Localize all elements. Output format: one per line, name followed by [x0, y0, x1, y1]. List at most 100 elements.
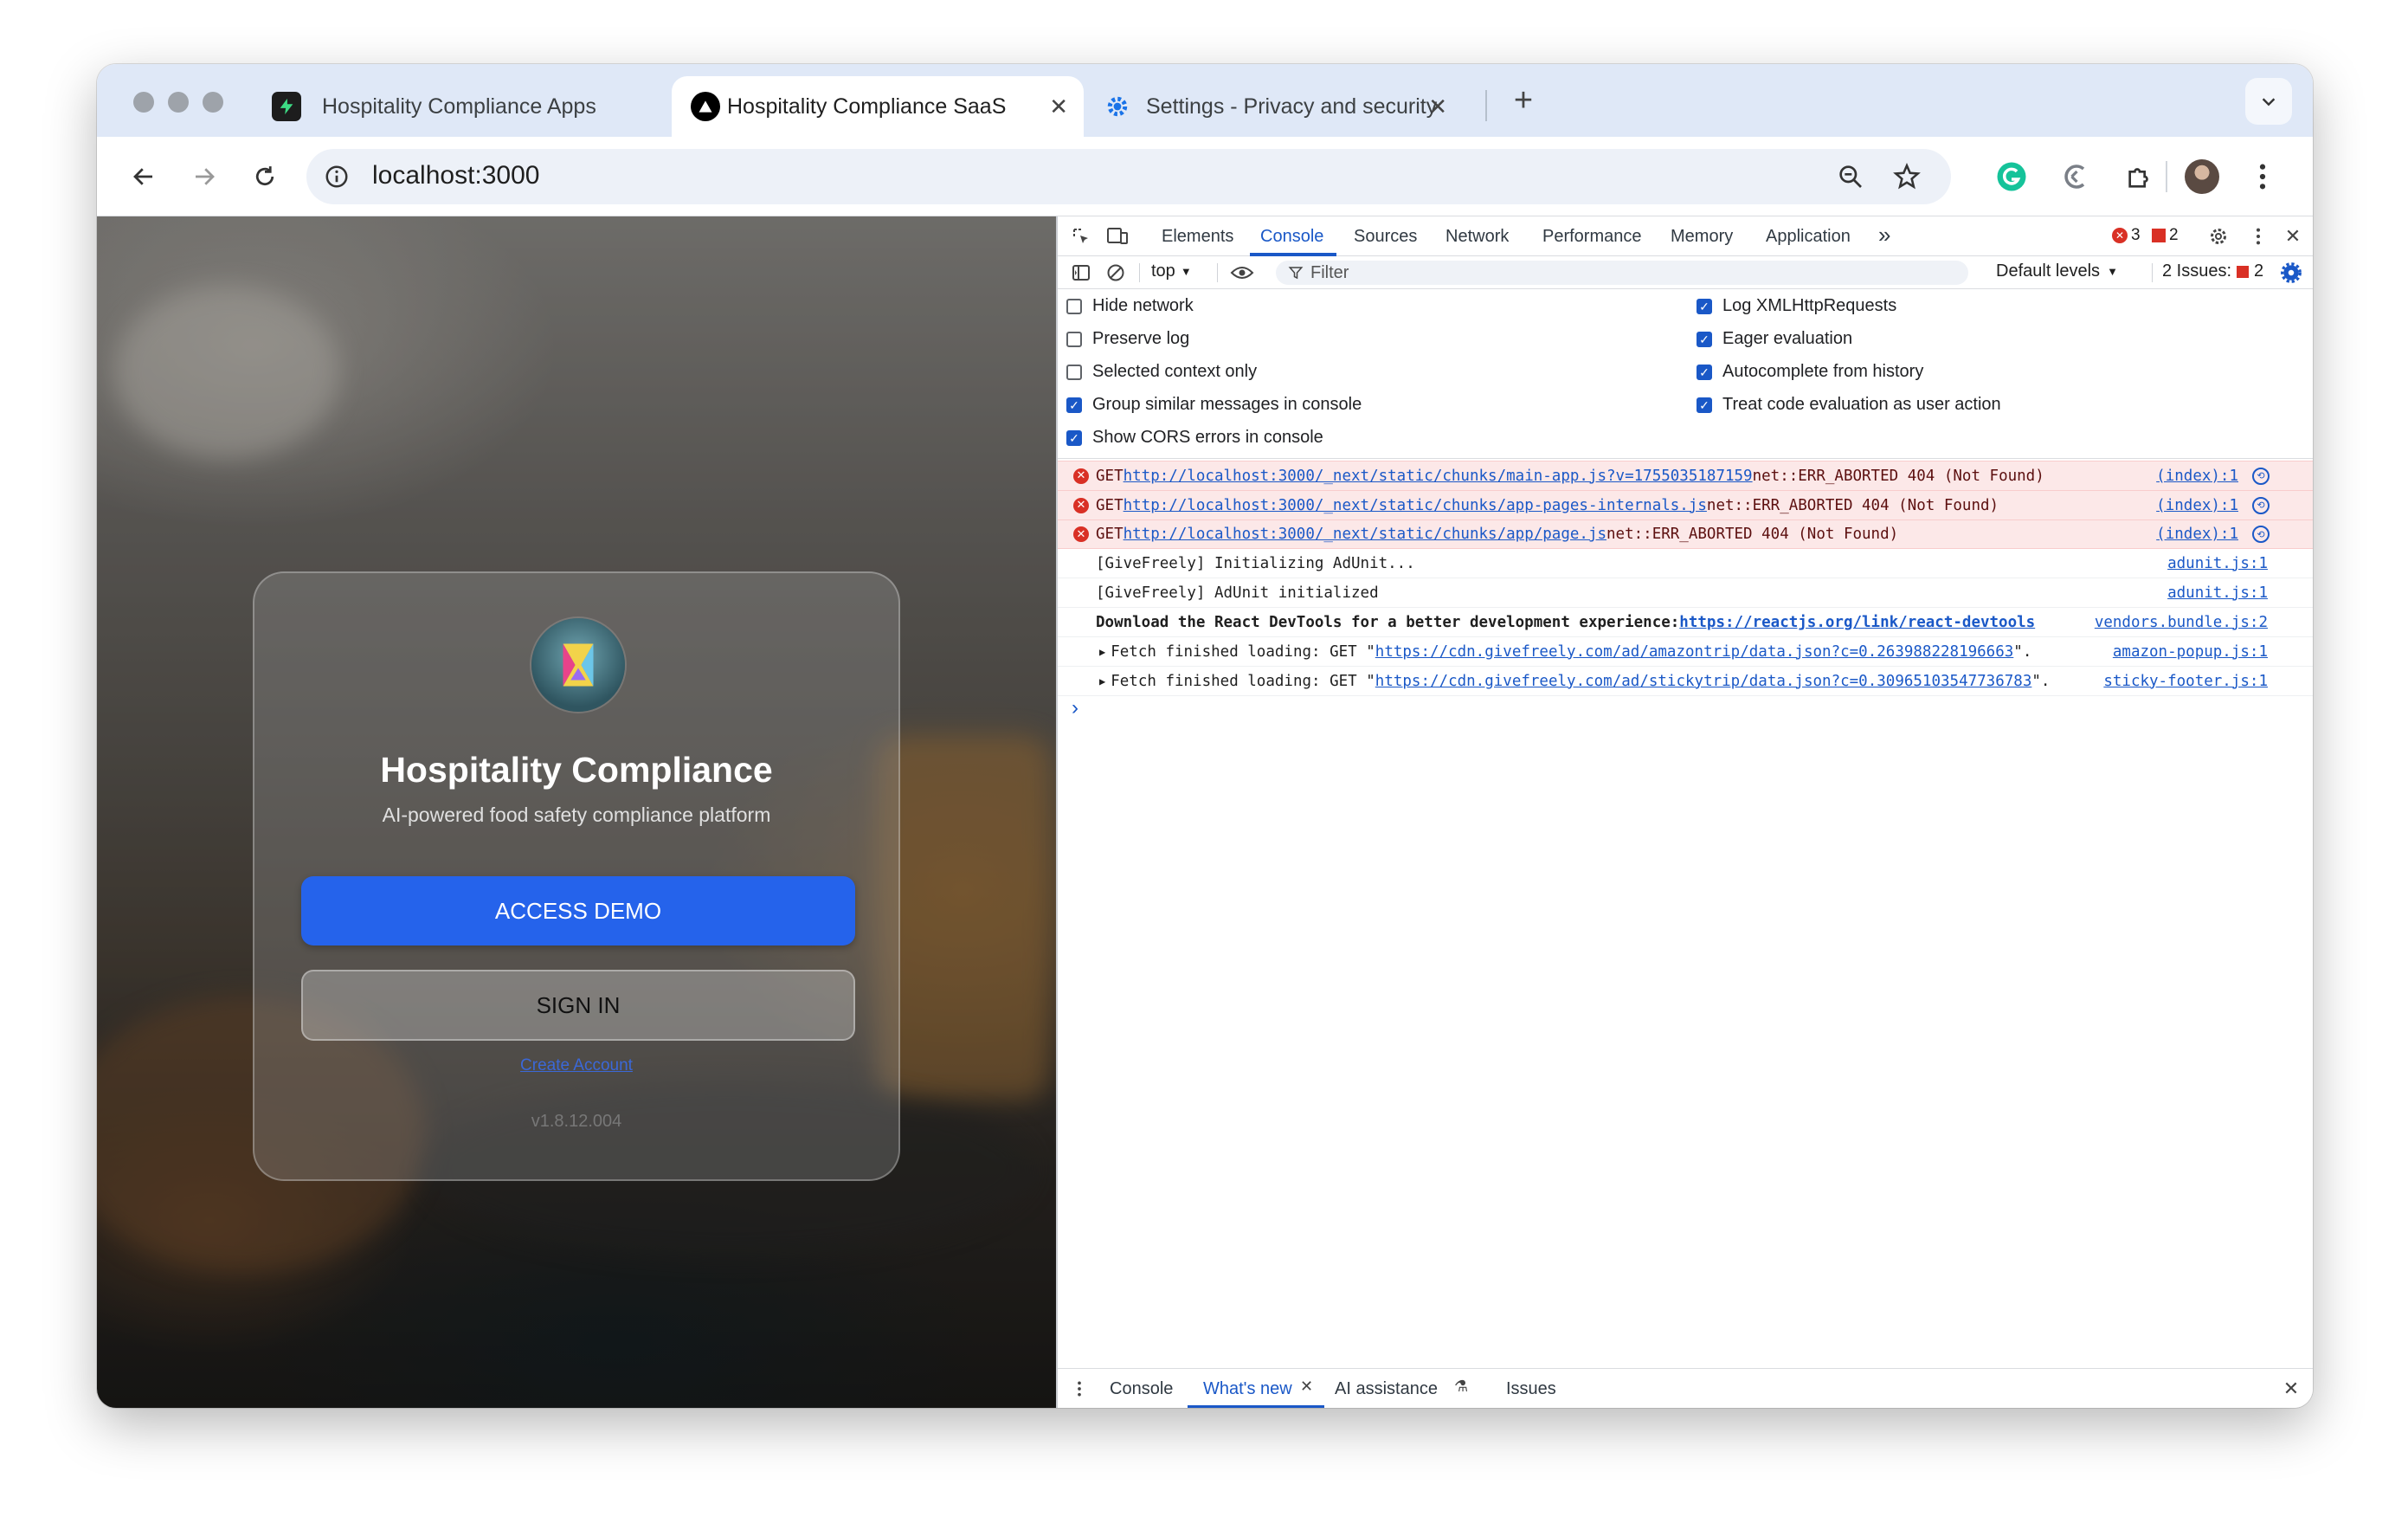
- devtools-tab-application[interactable]: Application: [1766, 227, 1851, 247]
- checkbox-checked[interactable]: ✓: [1066, 429, 1082, 446]
- close-drawer-icon[interactable]: ✕: [2278, 1376, 2304, 1402]
- message-link[interactable]: http://localhost:3000/_next/static/chunk…: [1124, 468, 1753, 485]
- checkbox-checked[interactable]: ✓: [1697, 331, 1712, 347]
- devtools-tab-elements[interactable]: Elements: [1162, 227, 1233, 247]
- console-prompt[interactable]: ›: [1072, 696, 1078, 720]
- grammarly-extension-icon[interactable]: [1991, 156, 2032, 197]
- address-bar[interactable]: localhost:3000: [306, 149, 1951, 204]
- clear-console-icon[interactable]: [1103, 260, 1129, 286]
- drawer-tab-console[interactable]: Console: [1110, 1379, 1173, 1399]
- console-settings-gear-icon[interactable]: [2278, 260, 2304, 286]
- checkbox-checked[interactable]: ✓: [1697, 364, 1712, 380]
- message-source-link[interactable]: (index):1: [2156, 526, 2238, 543]
- network-request-icon[interactable]: ⟲: [2252, 467, 2270, 485]
- setting-treat-code-evaluation[interactable]: ✓ Treat code evaluation as user action: [1697, 395, 2001, 415]
- drawer-tab-issues[interactable]: Issues: [1506, 1379, 1556, 1399]
- zoom-window-button[interactable]: [203, 92, 223, 113]
- message-link[interactable]: http://localhost:3000/_next/static/chunk…: [1124, 526, 1606, 543]
- setting-label: Hide network: [1092, 296, 1194, 315]
- close-window-button[interactable]: [133, 92, 154, 113]
- forward-button[interactable]: [183, 156, 225, 197]
- setting-preserve-log[interactable]: Preserve log: [1066, 329, 1189, 349]
- console-filter-input[interactable]: Filter: [1276, 261, 1968, 285]
- checkbox[interactable]: [1066, 331, 1082, 347]
- drawer-menu-icon[interactable]: [1066, 1376, 1092, 1402]
- console-fetch-row[interactable]: ▶ Fetch finished loading: GET " https://…: [1058, 667, 2313, 696]
- issues-button[interactable]: 2 Issues: 2: [2162, 261, 2263, 281]
- setting-selected-context-only[interactable]: Selected context only: [1066, 362, 1257, 382]
- sign-in-button[interactable]: SIGN IN: [301, 970, 855, 1041]
- setting-eager-evaluation[interactable]: ✓ Eager evaluation: [1697, 329, 1852, 349]
- message-source-link[interactable]: adunit.js:1: [2167, 555, 2268, 572]
- zoom-icon: [1839, 165, 1862, 188]
- filter-funnel-icon: [1288, 267, 1304, 280]
- message-source-link[interactable]: adunit.js:1: [2167, 584, 2268, 602]
- devtools-menu-icon[interactable]: [2245, 223, 2271, 249]
- setting-log-xmlhttprequests[interactable]: ✓ Log XMLHttpRequests: [1697, 296, 1896, 316]
- message-link[interactable]: https://cdn.givefreely.com/ad/amazontrip…: [1375, 643, 2014, 661]
- extensions-puzzle-icon[interactable]: [2119, 156, 2160, 197]
- expand-caret-icon[interactable]: ▶: [1099, 646, 1105, 658]
- drawer-tab-whats-new[interactable]: What's new: [1203, 1379, 1292, 1399]
- checkbox-checked[interactable]: ✓: [1697, 397, 1712, 413]
- drawer-tab-ai-assistance[interactable]: AI assistance: [1335, 1379, 1438, 1399]
- setting-autocomplete-history[interactable]: ✓ Autocomplete from history: [1697, 362, 1923, 382]
- reload-button[interactable]: [244, 156, 286, 197]
- message-source-link[interactable]: amazon-popup.js:1: [2113, 643, 2268, 661]
- checkbox[interactable]: [1066, 364, 1082, 380]
- live-expression-eye-icon[interactable]: [1229, 260, 1255, 286]
- setting-group-similar[interactable]: ✓ Group similar messages in console: [1066, 395, 1362, 415]
- create-account-link[interactable]: Create Account: [254, 1056, 898, 1075]
- sidebar-toggle-icon[interactable]: [1068, 260, 1094, 286]
- tab-hospitality-compliance-saas[interactable]: Hospitality Compliance SaaS ✕: [672, 76, 1084, 137]
- message-link[interactable]: https://reactjs.org/link/react-devtools: [1679, 614, 2035, 631]
- message-link[interactable]: http://localhost:3000/_next/static/chunk…: [1124, 497, 1707, 514]
- setting-show-cors-errors[interactable]: ✓ Show CORS errors in console: [1066, 428, 1323, 448]
- new-tab-button[interactable]: +: [1503, 80, 1544, 121]
- more-tabs-button[interactable]: »: [1878, 222, 1890, 248]
- message-source-link[interactable]: sticky-footer.js:1: [2103, 673, 2268, 690]
- setting-label: Autocomplete from history: [1722, 362, 1924, 381]
- app-title: Hospitality Compliance: [380, 750, 773, 790]
- devtools-settings-gear-icon[interactable]: [2205, 223, 2231, 249]
- chrome-menu-button[interactable]: [2242, 156, 2283, 197]
- close-tab-icon[interactable]: ✕: [1049, 94, 1068, 120]
- message-text: Download the React DevTools for a better…: [1096, 613, 1680, 631]
- checkbox[interactable]: [1066, 298, 1082, 314]
- devtools-tab-performance[interactable]: Performance: [1542, 227, 1642, 247]
- tab-search-button[interactable]: [2245, 78, 2292, 125]
- devtools-tab-console[interactable]: Console: [1260, 227, 1323, 247]
- access-demo-button[interactable]: ACCESS DEMO: [301, 876, 855, 945]
- back-button[interactable]: [123, 156, 164, 197]
- console-log-row: [GiveFreely] AdUnit initialized adunit.j…: [1058, 578, 2313, 608]
- network-request-icon[interactable]: ⟲: [2252, 496, 2270, 514]
- close-drawer-tab-icon[interactable]: ✕: [1300, 1378, 1313, 1396]
- device-toolbar-icon[interactable]: [1104, 223, 1130, 249]
- log-levels-dropdown[interactable]: Default levels ▼: [1996, 261, 2118, 281]
- message-source-link[interactable]: (index):1: [2156, 497, 2238, 514]
- devtools-tab-memory[interactable]: Memory: [1671, 227, 1733, 247]
- warning-counter[interactable]: 2: [2152, 226, 2179, 245]
- network-request-icon[interactable]: ⟲: [2252, 526, 2270, 543]
- checkbox-checked[interactable]: ✓: [1697, 298, 1712, 314]
- devtools-tab-network[interactable]: Network: [1445, 227, 1509, 247]
- context-selector[interactable]: top ▼: [1151, 261, 1192, 281]
- extension-arc-icon[interactable]: [2055, 156, 2096, 197]
- bolt-favicon-icon: [272, 92, 301, 121]
- inspect-element-icon[interactable]: [1068, 223, 1094, 249]
- setting-label: Group similar messages in console: [1092, 395, 1362, 414]
- error-counter[interactable]: ✕ 3: [2112, 226, 2141, 245]
- minimize-window-button[interactable]: [168, 92, 189, 113]
- close-tab-icon[interactable]: ✕: [1428, 94, 1447, 120]
- expand-caret-icon[interactable]: ▶: [1099, 675, 1105, 687]
- console-fetch-row[interactable]: ▶ Fetch finished loading: GET " https://…: [1058, 637, 2313, 667]
- profile-avatar[interactable]: [2181, 156, 2223, 197]
- devtools-tab-sources[interactable]: Sources: [1354, 227, 1417, 247]
- close-devtools-icon[interactable]: ✕: [2280, 223, 2306, 249]
- message-source-link[interactable]: vendors.bundle.js:2: [2095, 614, 2268, 631]
- checkbox-checked[interactable]: ✓: [1066, 397, 1082, 413]
- warning-count: 2: [2169, 226, 2179, 244]
- message-link[interactable]: https://cdn.givefreely.com/ad/stickytrip…: [1375, 673, 2032, 690]
- message-source-link[interactable]: (index):1: [2156, 468, 2238, 485]
- setting-hide-network[interactable]: Hide network: [1066, 296, 1194, 316]
